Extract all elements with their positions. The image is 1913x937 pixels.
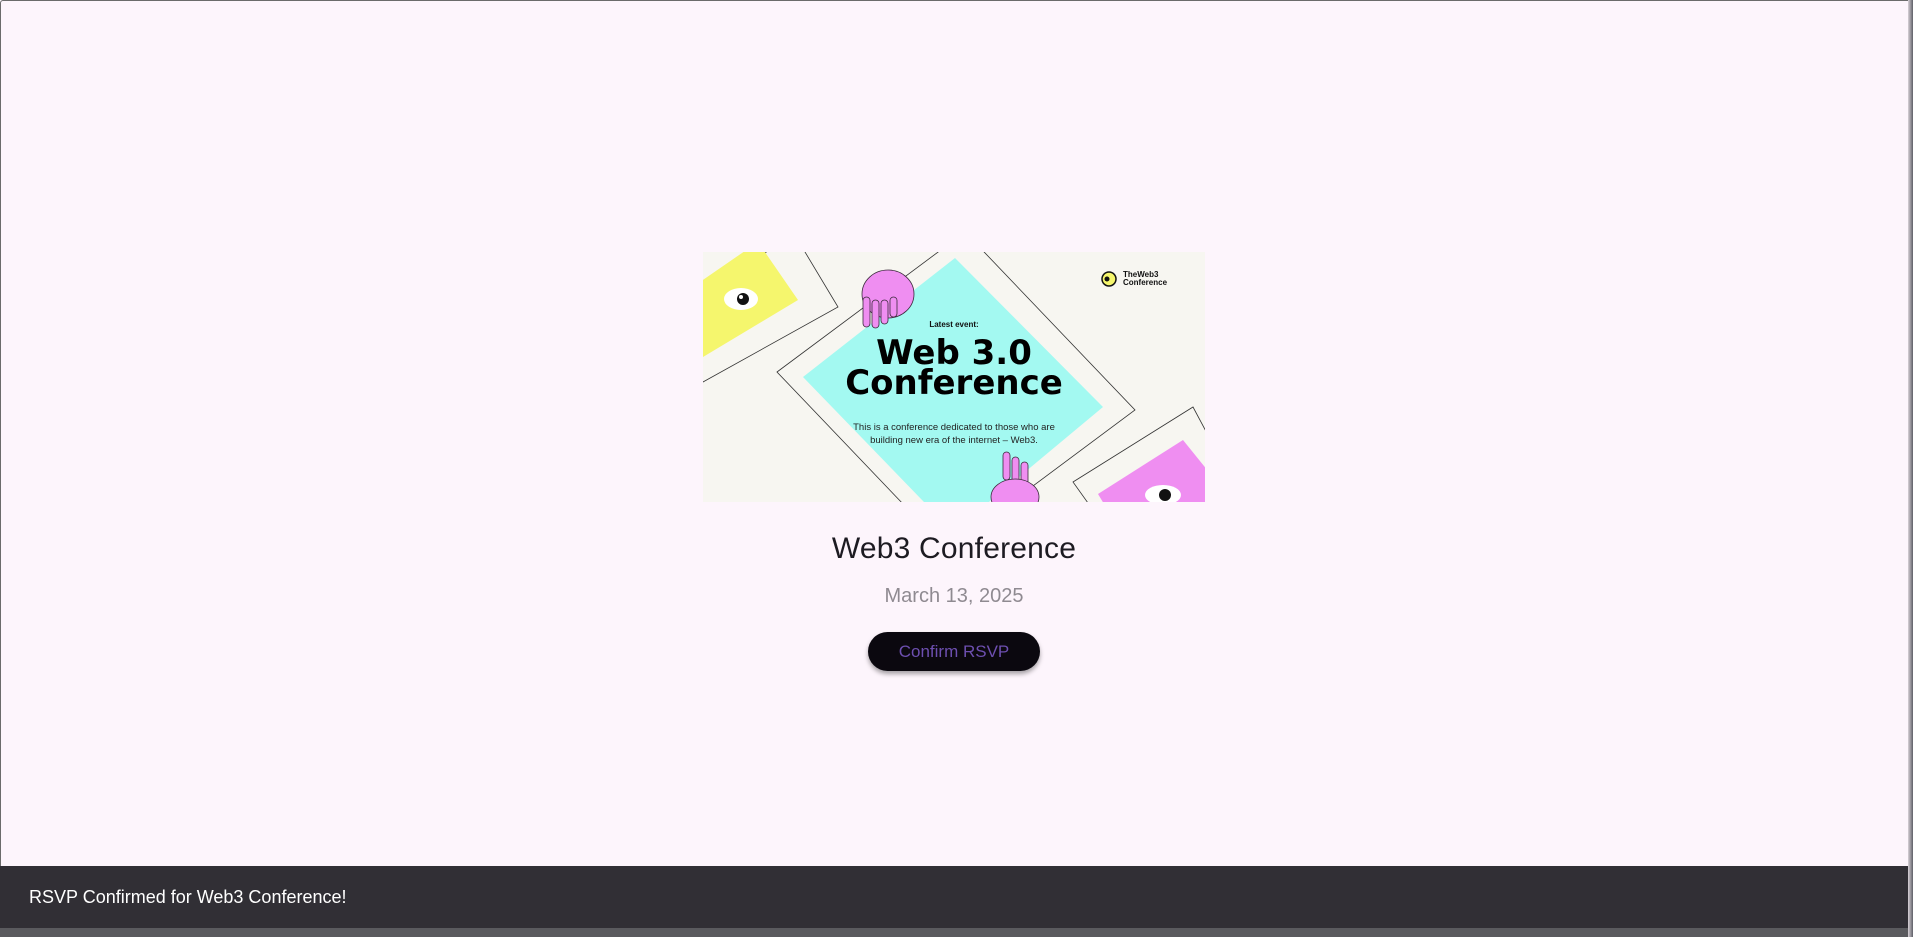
logo-line-2: Conference bbox=[1123, 278, 1168, 287]
banner-latest-label: Latest event: bbox=[929, 320, 978, 329]
event-title: Web3 Conference bbox=[831, 532, 1077, 565]
event-date: March 13, 2025 bbox=[884, 585, 1024, 607]
bottom-edge-strip bbox=[0, 928, 1908, 937]
event-banner-image: TheWeb3 Conference Latest event: Web 3.0… bbox=[703, 252, 1205, 502]
window-right-edge bbox=[1908, 0, 1913, 937]
banner-description-line2: building new era of the internet – Web3. bbox=[870, 435, 1038, 446]
event-card: TheWeb3 Conference Latest event: Web 3.0… bbox=[703, 252, 1205, 671]
banner-description-line1: This is a conference dedicated to those … bbox=[853, 422, 1055, 433]
snackbar: RSVP Confirmed for Web3 Conference! bbox=[0, 866, 1908, 928]
banner-headline-line2: Conference bbox=[845, 363, 1063, 403]
snackbar-message: RSVP Confirmed for Web3 Conference! bbox=[29, 886, 347, 907]
confirm-rsvp-button[interactable]: Confirm RSVP bbox=[868, 632, 1040, 671]
